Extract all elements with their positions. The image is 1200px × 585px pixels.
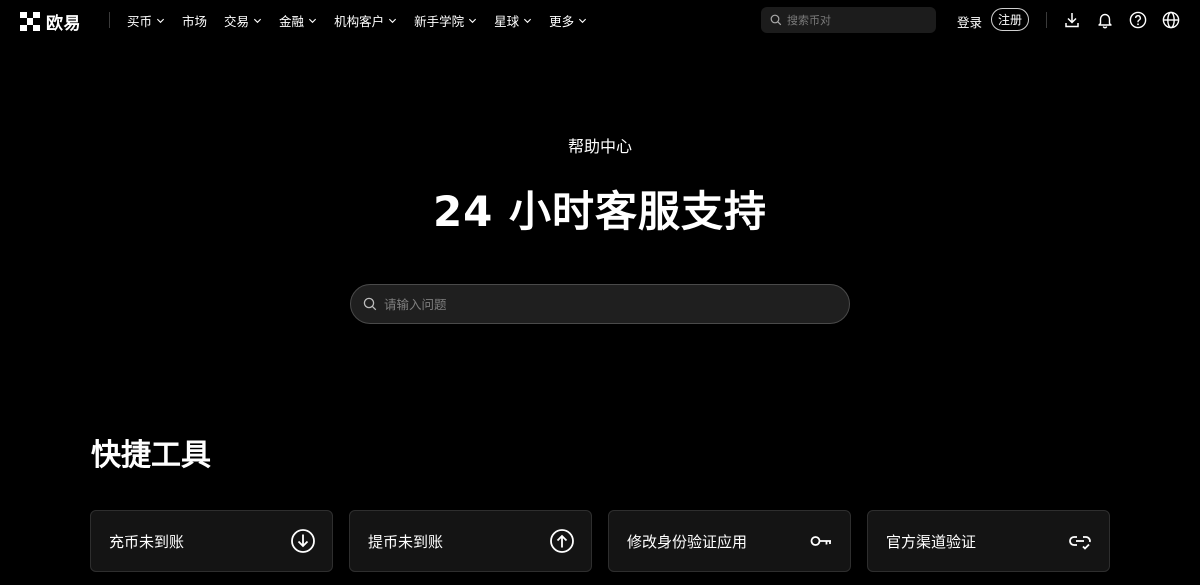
nav-search-input[interactable]	[787, 13, 927, 27]
okx-logo-icon	[20, 11, 40, 32]
chevron-down-icon	[254, 18, 262, 23]
download-button[interactable]	[1062, 10, 1082, 30]
tool-card-label: 充币未到账	[109, 532, 185, 551]
nav-item-label: 新手学院	[414, 13, 465, 29]
nav-divider	[109, 12, 110, 28]
help-search-input[interactable]	[384, 296, 824, 312]
brand-logo[interactable]: 欧易	[20, 9, 81, 34]
nav-item-trade[interactable]: 交易	[224, 11, 262, 30]
nav-item-planet[interactable]: 星球	[494, 11, 532, 30]
chevron-down-icon	[309, 18, 317, 23]
chevron-down-icon	[469, 18, 477, 23]
nav-item-label: 市场	[182, 13, 208, 29]
nav-divider	[1046, 12, 1047, 28]
nav-item-label: 金融	[279, 13, 305, 29]
chevron-down-icon	[524, 18, 532, 23]
help-button[interactable]	[1128, 10, 1148, 30]
notifications-button[interactable]	[1095, 10, 1115, 30]
top-navbar: 欧易 买币 市场 交易 金融 机构客户 新手学院 星球 更多 搜索币对 登录 注…	[0, 0, 1200, 40]
brand-name: 欧易	[46, 14, 81, 34]
link-check-icon	[1067, 528, 1093, 554]
language-button[interactable]	[1161, 10, 1181, 30]
tool-card-label: 提币未到账	[368, 532, 444, 551]
tool-card-label: 修改身份验证应用	[627, 532, 748, 551]
quick-tools-list: 充币未到账 提币未到账 修改身份验证应用 官方渠道验证	[90, 510, 1110, 572]
nav-item-label: 交易	[224, 13, 250, 29]
login-link[interactable]: 登录	[957, 12, 982, 31]
nav-item-label: 买币	[127, 13, 153, 29]
chevron-down-icon	[389, 18, 397, 23]
upload-circle-icon	[549, 528, 575, 554]
tool-card-label: 官方渠道验证	[886, 532, 977, 551]
chevron-down-icon	[579, 18, 587, 23]
bell-icon	[1098, 13, 1112, 29]
nav-item-label: 机构客户	[334, 13, 385, 29]
nav-item-more[interactable]: 更多	[549, 11, 587, 30]
main-nav: 买币 市场 交易 金融 机构客户 新手学院 星球 更多	[127, 0, 604, 40]
nav-search-box[interactable]	[761, 7, 936, 33]
nav-item-institutional[interactable]: 机构客户	[334, 11, 397, 30]
download-icon	[1065, 13, 1079, 28]
page-title: 24 小时客服支持	[432, 187, 768, 236]
quick-tools-title: 快捷工具	[91, 438, 211, 473]
key-icon	[808, 528, 834, 554]
tool-card-deposit-not-received[interactable]: 充币未到账	[90, 510, 333, 572]
tool-card-change-authenticator[interactable]: 修改身份验证应用	[608, 510, 851, 572]
tool-card-withdrawal-not-received[interactable]: 提币未到账	[349, 510, 592, 572]
nav-item-finance[interactable]: 金融	[279, 11, 317, 30]
hero-kicker: 帮助中心	[567, 137, 632, 156]
nav-item-label: 星球	[494, 13, 520, 29]
chevron-down-icon	[156, 18, 165, 23]
nav-item-academy[interactable]: 新手学院	[414, 11, 477, 30]
globe-icon	[1162, 11, 1180, 29]
nav-item-label: 更多	[549, 13, 575, 29]
help-search-box[interactable]	[350, 284, 850, 324]
search-icon	[770, 14, 782, 26]
search-icon	[363, 297, 377, 311]
help-icon	[1129, 11, 1147, 29]
register-button[interactable]: 注册	[991, 8, 1029, 31]
download-circle-icon	[290, 528, 316, 554]
nav-item-buy-crypto[interactable]: 买币	[127, 11, 165, 30]
tool-card-official-channel-verify[interactable]: 官方渠道验证	[867, 510, 1110, 572]
nav-item-markets[interactable]: 市场	[182, 11, 207, 30]
